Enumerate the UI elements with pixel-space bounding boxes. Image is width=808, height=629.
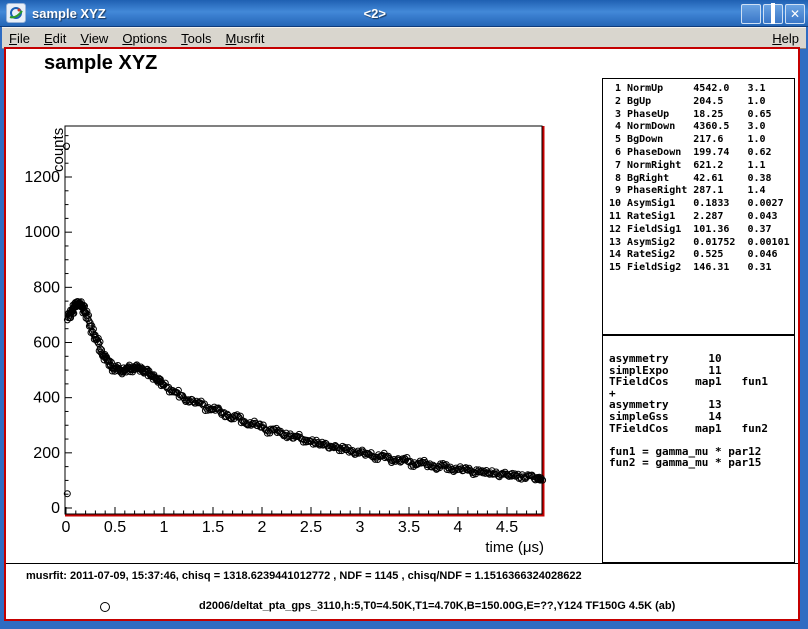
menu-items: FileEditViewOptionsToolsMusrfit bbox=[2, 30, 272, 47]
x-tick-label: 0.5 bbox=[104, 519, 126, 536]
root-canvas[interactable]: sample XYZ 00.511.522.533.544.5020040060… bbox=[4, 47, 800, 621]
fit-parameters-box[interactable]: 1 NormUp 4542.0 3.1 2 BgUp 204.5 1.0 3 P… bbox=[602, 78, 795, 335]
window-title: sample XYZ bbox=[32, 6, 106, 21]
maximize-icon bbox=[771, 5, 775, 23]
theory-line: TFieldCos map1 fun1 bbox=[609, 376, 794, 388]
plot-frame bbox=[65, 126, 542, 514]
y-tick-label: 1000 bbox=[24, 224, 60, 241]
close-button[interactable]: ✕ bbox=[785, 4, 805, 24]
theory-line: simpleGss 14 bbox=[609, 411, 794, 423]
x-tick-label: 2 bbox=[258, 519, 267, 536]
y-tick-label: 400 bbox=[33, 390, 60, 407]
application-window: { "window": { "title": "sample XYZ", "in… bbox=[0, 0, 808, 629]
x-tick-label: 2.5 bbox=[300, 519, 322, 536]
x-tick-label: 1 bbox=[160, 519, 169, 536]
x-tick-label: 1.5 bbox=[202, 519, 224, 536]
x-tick-label: 4 bbox=[454, 519, 463, 536]
minimize-button[interactable] bbox=[741, 4, 761, 24]
menu-tools[interactable]: Tools bbox=[174, 30, 218, 47]
menu-items-right: Help bbox=[765, 31, 806, 46]
legend-open-circle-marker bbox=[100, 602, 110, 612]
theory-line: fun2 = gamma_mu * par15 bbox=[609, 457, 794, 469]
root-logo-icon bbox=[6, 3, 26, 23]
theory-line: asymmetry 10 bbox=[609, 353, 794, 365]
param-row-ratesig1: 11 RateSig1 2.287 0.043 bbox=[609, 211, 794, 224]
y-tick-label: 200 bbox=[33, 445, 60, 462]
y-axis-title: counts bbox=[50, 128, 67, 172]
y-tick-label: 800 bbox=[33, 279, 60, 296]
theory-line bbox=[609, 434, 794, 446]
close-icon: ✕ bbox=[790, 5, 800, 23]
window-instance-label: <2> bbox=[364, 6, 386, 21]
legend-row: d2006/deltat_pta_gps_3110,h:5,T0=4.50K,T… bbox=[6, 599, 798, 615]
fit-status-line: musrfit: 2011-07-09, 15:37:46, chisq = 1… bbox=[26, 570, 582, 582]
x-tick-label: 0 bbox=[62, 519, 71, 536]
param-row-bgdown: 5 BgDown 217.6 1.0 bbox=[609, 134, 794, 147]
legend-run-label: d2006/deltat_pta_gps_3110,h:5,T0=4.50K,T… bbox=[199, 600, 675, 612]
param-row-normright: 7 NormRight 621.2 1.1 bbox=[609, 160, 794, 173]
window-controls: ✕ bbox=[741, 4, 805, 24]
param-row-asymsig1: 10 AsymSig1 0.1833 0.0027 bbox=[609, 198, 794, 211]
menu-musrfit[interactable]: Musrfit bbox=[219, 30, 272, 47]
menu-bar: FileEditViewOptionsToolsMusrfit Help bbox=[2, 27, 806, 49]
menu-options[interactable]: Options bbox=[115, 30, 174, 47]
param-row-asymsig2: 13 AsymSig2 0.01752 0.00101 bbox=[609, 237, 794, 250]
title-bar: sample XYZ <2> ✕ bbox=[0, 0, 808, 27]
param-row-normdown: 4 NormDown 4360.5 3.0 bbox=[609, 121, 794, 134]
param-row-phaseright: 9 PhaseRight 287.1 1.4 bbox=[609, 185, 794, 198]
y-tick-label: 600 bbox=[33, 335, 60, 352]
x-tick-label: 3.5 bbox=[398, 519, 420, 536]
param-row-phaseup: 3 PhaseUp 18.25 0.65 bbox=[609, 109, 794, 122]
x-axis-title: time (μs) bbox=[485, 539, 544, 556]
theory-box[interactable]: asymmetry 10simplExpo 11TFieldCos map1 f… bbox=[602, 335, 795, 563]
param-row-normup: 1 NormUp 4542.0 3.1 bbox=[609, 83, 794, 96]
theory-line: TFieldCos map1 fun2 bbox=[609, 423, 794, 435]
param-row-bgright: 8 BgRight 42.61 0.38 bbox=[609, 173, 794, 186]
param-row-ratesig2: 14 RateSig2 0.525 0.046 bbox=[609, 249, 794, 262]
param-row-fieldsig1: 12 FieldSig1 101.36 0.37 bbox=[609, 224, 794, 237]
param-row-fieldsig2: 15 FieldSig2 146.31 0.31 bbox=[609, 262, 794, 275]
maximize-button[interactable] bbox=[763, 4, 783, 24]
menu-file[interactable]: File bbox=[2, 30, 37, 47]
param-row-phasedown: 6 PhaseDown 199.74 0.62 bbox=[609, 147, 794, 160]
param-row-bgup: 2 BgUp 204.5 1.0 bbox=[609, 96, 794, 109]
menu-edit[interactable]: Edit bbox=[37, 30, 73, 47]
legend-divider bbox=[6, 563, 798, 564]
y-tick-label: 0 bbox=[51, 500, 60, 517]
menu-view[interactable]: View bbox=[73, 30, 115, 47]
menu-help[interactable]: Help bbox=[765, 30, 806, 47]
x-tick-label: 4.5 bbox=[496, 519, 518, 536]
x-tick-label: 3 bbox=[356, 519, 365, 536]
